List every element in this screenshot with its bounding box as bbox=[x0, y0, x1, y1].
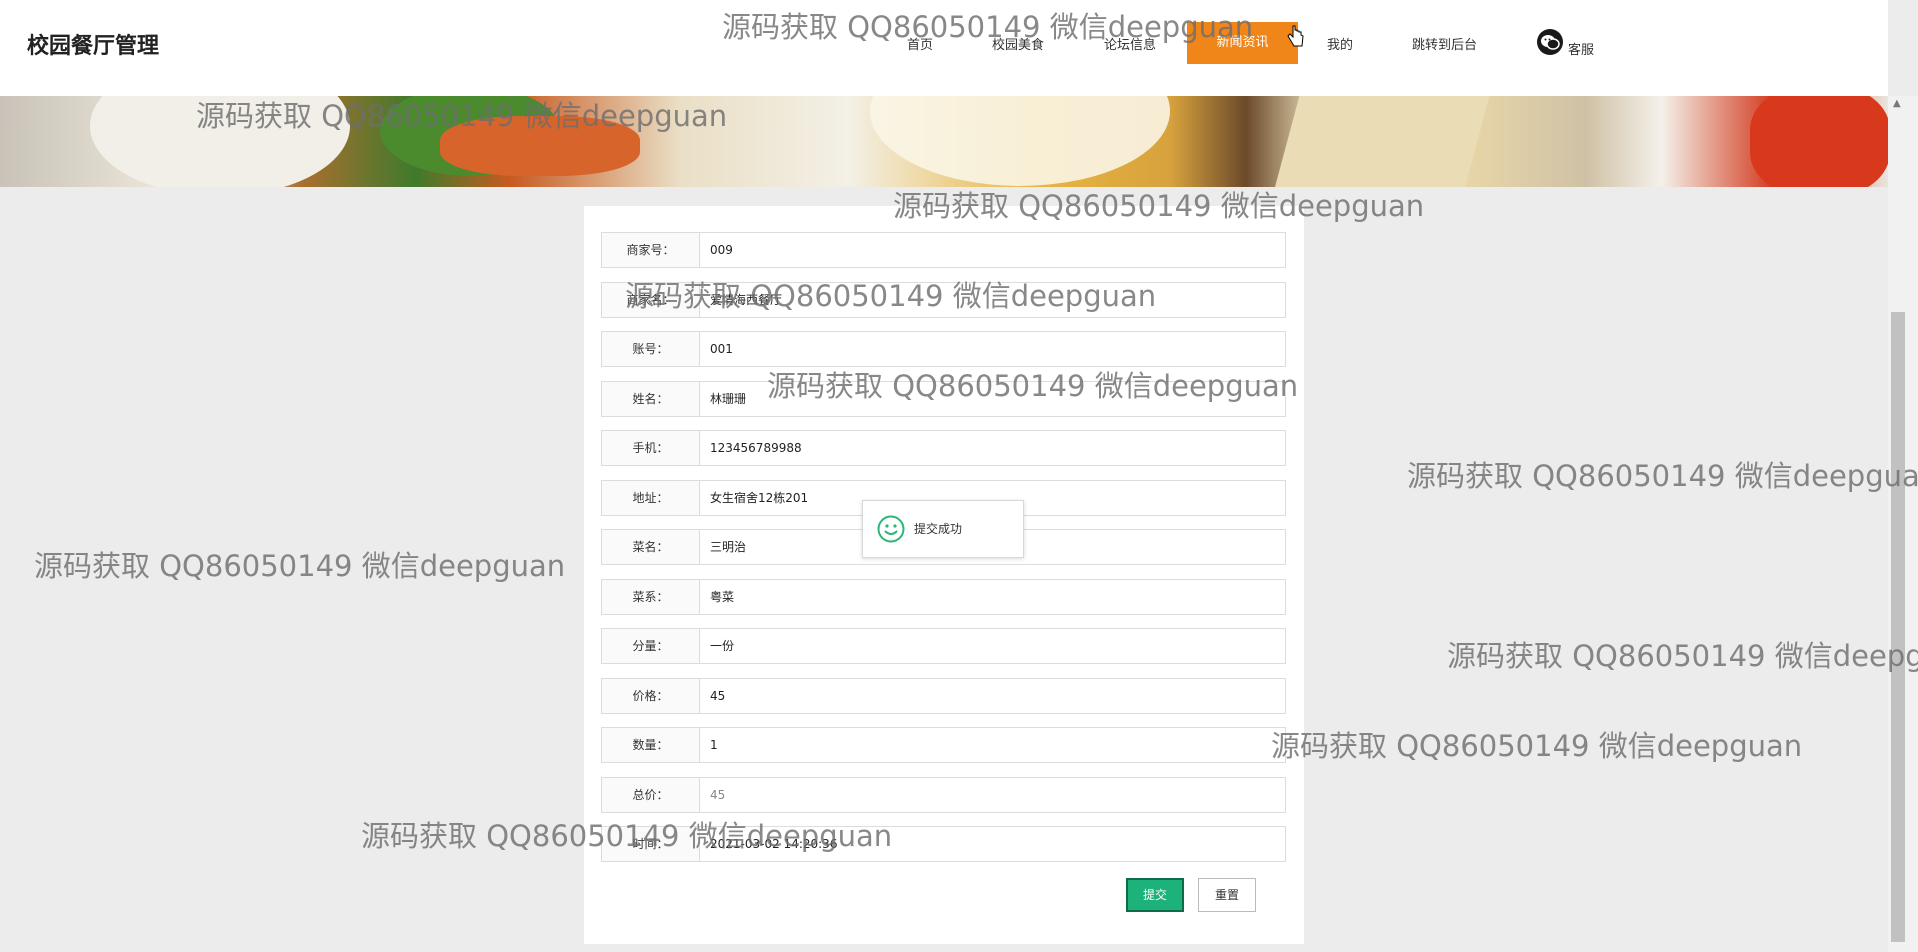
price-field[interactable]: 45 bbox=[700, 679, 1285, 713]
quantity-field[interactable]: 1 bbox=[700, 728, 1285, 762]
form-row-quantity: 数量： 1 bbox=[601, 727, 1286, 763]
field-label: 菜系： bbox=[602, 580, 700, 614]
wechat-icon[interactable] bbox=[1537, 29, 1563, 55]
field-label: 总价： bbox=[602, 778, 700, 812]
scroll-up-icon[interactable]: ▲ bbox=[1893, 98, 1901, 109]
scrollbar-thumb[interactable] bbox=[1891, 312, 1905, 942]
field-label: 姓名： bbox=[602, 382, 700, 416]
form-row-portion: 分量： 一份 bbox=[601, 628, 1286, 664]
nav-admin-jump[interactable]: 跳转到后台 bbox=[1412, 34, 1477, 53]
food-banner-image bbox=[0, 96, 1888, 187]
form-row-account: 账号： 001 bbox=[601, 331, 1286, 367]
nav-customer-service[interactable]: 客服 bbox=[1568, 39, 1594, 58]
smile-icon bbox=[877, 515, 905, 547]
nav-home[interactable]: 首页 bbox=[907, 34, 933, 53]
nav-forum[interactable]: 论坛信息 bbox=[1104, 34, 1156, 53]
form-row-total: 总价： 45 bbox=[601, 777, 1286, 813]
toast-message: 提交成功 bbox=[914, 522, 963, 536]
total-price-field[interactable]: 45 bbox=[700, 778, 1285, 812]
field-label: 分量： bbox=[602, 629, 700, 663]
time-field[interactable]: 2021-03-02 14:20:36 bbox=[700, 827, 1285, 861]
nav-news[interactable]: 新闻资讯 bbox=[1187, 22, 1298, 64]
form-row-merchant-id: 商家号： 009 bbox=[601, 232, 1286, 268]
watermark: 源码获取 QQ86050149 微信deepguan bbox=[1407, 459, 1918, 493]
field-label: 菜名： bbox=[602, 530, 700, 564]
watermark: 源码获取 QQ86050149 微信deepguan bbox=[34, 549, 566, 583]
phone-field[interactable]: 123456789988 bbox=[700, 431, 1285, 465]
watermark: 源码获取 QQ86050149 微信deepguan bbox=[1447, 639, 1918, 673]
account-field[interactable]: 001 bbox=[700, 332, 1285, 366]
field-label: 商家号： bbox=[602, 233, 700, 267]
top-header: 校园餐厅管理 首页 校园美食 论坛信息 新闻资讯 我的 跳转到后台 客服 bbox=[0, 0, 1888, 96]
field-label: 地址： bbox=[602, 481, 700, 515]
name-field[interactable]: 林珊珊 bbox=[700, 382, 1285, 416]
success-toast: 提交成功 bbox=[862, 500, 1024, 558]
field-label: 时间： bbox=[602, 827, 700, 861]
field-label: 手机： bbox=[602, 431, 700, 465]
field-label: 账号： bbox=[602, 332, 700, 366]
merchant-name-field[interactable]: 爱情海西餐厅 bbox=[700, 283, 1285, 317]
field-label: 价格： bbox=[602, 679, 700, 713]
form-row-phone: 手机： 123456789988 bbox=[601, 430, 1286, 466]
form-row-price: 价格： 45 bbox=[601, 678, 1286, 714]
portion-field[interactable]: 一份 bbox=[700, 629, 1285, 663]
nav-campus-food[interactable]: 校园美食 bbox=[992, 34, 1044, 53]
cuisine-field[interactable]: 粤菜 bbox=[700, 580, 1285, 614]
reset-button[interactable]: 重置 bbox=[1198, 878, 1256, 912]
form-row-cuisine: 菜系： 粤菜 bbox=[601, 579, 1286, 615]
field-label: 数量： bbox=[602, 728, 700, 762]
form-row-name: 姓名： 林珊珊 bbox=[601, 381, 1286, 417]
form-row-time: 时间： 2021-03-02 14:20:36 bbox=[601, 826, 1286, 862]
site-brand: 校园餐厅管理 bbox=[27, 34, 160, 59]
nav-my[interactable]: 我的 bbox=[1327, 34, 1353, 53]
field-label: 商家名： bbox=[602, 283, 700, 317]
submit-button[interactable]: 提交 bbox=[1126, 878, 1184, 912]
hand-cursor-icon bbox=[1287, 24, 1305, 52]
merchant-id-field[interactable]: 009 bbox=[700, 233, 1285, 267]
watermark: 源码获取 QQ86050149 微信deepguan bbox=[1271, 729, 1803, 763]
form-row-merchant-name: 商家名： 爱情海西餐厅 bbox=[601, 282, 1286, 318]
order-form-panel: 商家号： 009 商家名： 爱情海西餐厅 账号： 001 姓名： 林珊珊 手机：… bbox=[584, 206, 1304, 944]
